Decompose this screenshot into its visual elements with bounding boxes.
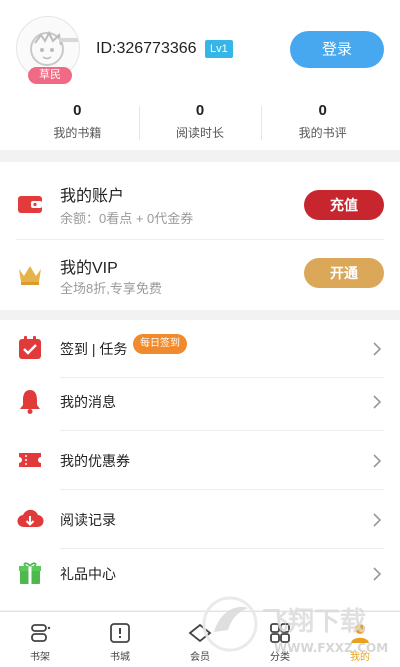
level-badge: Lv1 [205,40,233,58]
vip-subtitle: 全场8折,专享免费 [60,281,162,296]
divider [60,489,384,490]
stat-label: 我的书籍 [53,126,102,140]
cloud-download-icon [17,509,44,528]
menu-label: 我的消息 [60,394,116,410]
tab-label: 书城 [110,652,130,663]
calendar-check-icon [19,336,41,359]
crown-icon [19,266,41,285]
user-id: ID:326773366 [96,40,197,57]
stat-value: 0 [318,102,327,119]
divider [60,430,384,431]
menu-item-messages[interactable]: 我的消息 [0,373,400,431]
bookshelf-icon [31,624,51,642]
menu-item-reading-history[interactable]: 阅读记录 [0,491,400,549]
stats-row: 0 我的书籍 0 阅读时长 0 我的书评 [16,100,384,144]
stat-value: 0 [195,102,205,119]
chevron-right-icon [373,395,382,409]
tab-label: 书架 [30,652,50,663]
svg-text:飞翔下载: 飞翔下载 [262,607,366,637]
stat-reading-time[interactable]: 0 阅读时长 [138,100,262,144]
gift-icon [19,562,41,584]
chevron-right-icon [373,513,382,527]
vip-title: 我的VIP [60,260,118,277]
bell-icon [20,390,40,414]
account-section: 我的账户 余额：0看点 + 0代金券 充值 我的VIP 全场8折,专享免费 开通 [0,162,400,310]
wallet-icon [18,196,42,213]
menu-label: 礼品中心 [60,566,116,582]
menu-list: 签到 | 任务 每日签到 我的消息 我的优惠券 阅读记录 礼品中心 [0,320,400,610]
stat-books[interactable]: 0 我的书籍 [16,100,139,144]
menu-label: 阅读记录 [60,512,116,528]
login-button[interactable]: 登录 [290,31,384,68]
menu-label: 签到 | 任务 [60,341,128,357]
tab-bookstore[interactable]: 书城 [80,612,160,667]
open-vip-button[interactable]: 开通 [304,258,384,288]
rank-badge: 草民 [28,67,72,84]
wallet-title: 我的账户 [60,188,125,205]
daily-checkin-tag: 每日签到 [133,334,187,354]
watermark-logo: 飞翔下载 WWW.FXXZ.COM [202,596,388,655]
chevron-right-icon [373,454,382,468]
bookstore-icon [110,623,130,643]
tab-bookshelf[interactable]: 书架 [0,612,80,667]
wallet-balance: 余额：0看点 + 0代金券 [60,211,194,226]
stat-reviews[interactable]: 0 我的书评 [261,100,384,144]
stat-value: 0 [73,102,82,119]
svg-text:WWW.FXXZ.COM: WWW.FXXZ.COM [274,641,388,655]
chevron-right-icon [373,342,382,356]
menu-label: 我的优惠券 [60,453,130,469]
chevron-right-icon [373,567,382,581]
recharge-button[interactable]: 充值 [304,190,384,220]
menu-item-checkin[interactable]: 签到 | 任务 每日签到 [0,320,400,378]
menu-item-coupons[interactable]: 我的优惠券 [0,432,400,490]
coupon-icon [19,453,41,467]
stat-label: 阅读时长 [176,126,225,140]
stat-label: 我的书评 [298,126,347,140]
profile-header: 草民 ID:326773366 Lv1 登录 0 我的书籍 0 阅读时长 0 我… [0,0,400,150]
